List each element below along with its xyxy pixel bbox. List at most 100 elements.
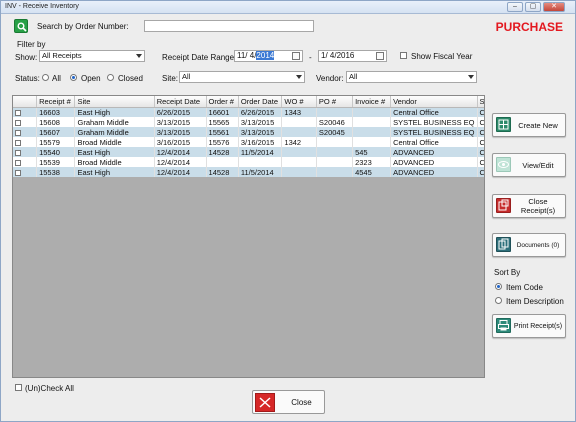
fiscal-year-checkbox[interactable] [400, 52, 407, 59]
cell-invoice [352, 127, 392, 137]
printer-icon [496, 318, 511, 333]
col-receipt-date[interactable]: Receipt Date [154, 96, 207, 108]
col-s[interactable]: S [477, 96, 484, 108]
documents-button[interactable]: Documents (0) [492, 233, 566, 257]
fiscal-year-label: Show Fiscal Year [411, 52, 473, 61]
sort-item-description-radio[interactable] [495, 297, 502, 304]
cell-order-date: 3/13/2015 [238, 127, 283, 137]
close-button[interactable]: Close [252, 390, 325, 414]
table-row[interactable]: 15539 Broad Middle 12/4/2014 2323 ADVANC… [13, 157, 484, 167]
cell-invoice [352, 137, 392, 147]
date-from-picker[interactable]: 11/ 4/2014 [234, 50, 303, 62]
minimize-button[interactable]: – [507, 2, 523, 12]
table-row[interactable]: 15579 Broad Middle 3/16/2015 15576 3/16/… [13, 137, 484, 147]
row-checkbox-cell[interactable] [13, 107, 38, 117]
calendar-icon[interactable] [376, 52, 384, 60]
row-checkbox[interactable] [15, 129, 21, 136]
cell-receipt: 15608 [36, 117, 76, 127]
documents-label: Documents (0) [516, 241, 560, 249]
cell-receipt: 15540 [36, 147, 76, 157]
cell-order [206, 157, 239, 167]
cell-vendor: ADVANCED [390, 157, 478, 167]
search-button[interactable] [14, 19, 28, 33]
row-checkbox[interactable] [15, 159, 21, 166]
status-closed-radio[interactable] [107, 74, 114, 81]
close-window-button[interactable]: ✕ [543, 2, 565, 12]
cell-vendor: Central Office [390, 137, 478, 147]
receipts-grid[interactable]: Receipt # Site Receipt Date Order # Orde… [12, 95, 485, 378]
col-order-number[interactable]: Order # [206, 96, 239, 108]
cell-po [316, 167, 354, 177]
col-site[interactable]: Site [74, 96, 155, 108]
row-checkbox[interactable] [15, 149, 21, 156]
col-select[interactable] [13, 96, 38, 108]
vendor-select-value: All [349, 72, 358, 81]
table-row[interactable]: 15607 Graham Middle 3/13/2015 15561 3/13… [13, 127, 484, 137]
col-receipt-number[interactable]: Receipt # [36, 96, 76, 108]
cell-site: Broad Middle [74, 137, 155, 147]
close-button-label: Close [291, 397, 312, 407]
maximize-button[interactable]: ▢ [525, 2, 541, 12]
row-checkbox-cell[interactable] [13, 167, 38, 177]
cell-s: C [477, 127, 484, 137]
title-bar: INV - Receive Inventory – ▢ ✕ [1, 1, 575, 14]
cell-vendor: ADVANCED [390, 147, 478, 157]
view-edit-label: View/Edit [522, 160, 554, 170]
table-row[interactable]: 15608 Graham Middle 3/13/2015 15565 3/13… [13, 117, 484, 127]
row-checkbox-cell[interactable] [13, 157, 38, 167]
table-row[interactable]: 16603 East High 6/26/2015 16601 6/26/201… [13, 107, 484, 117]
row-checkbox[interactable] [15, 169, 21, 176]
cell-s: C [477, 147, 484, 157]
cell-receipt: 15538 [36, 167, 76, 177]
row-checkbox[interactable] [15, 109, 21, 116]
status-all-radio[interactable] [42, 74, 49, 81]
col-vendor[interactable]: Vendor [390, 96, 478, 108]
table-row[interactable]: 15540 East High 12/4/2014 14528 11/5/201… [13, 147, 484, 157]
status-all-label: All [52, 74, 61, 83]
cell-receipt-date: 3/16/2015 [154, 137, 207, 147]
cell-site: Broad Middle [74, 157, 155, 167]
check-all-checkbox[interactable] [15, 384, 22, 391]
chevron-down-icon [296, 75, 302, 79]
cell-site: Graham Middle [74, 117, 155, 127]
row-checkbox[interactable] [15, 139, 21, 146]
cell-po [316, 147, 354, 157]
calendar-icon[interactable] [292, 52, 300, 60]
row-checkbox-cell[interactable] [13, 127, 38, 137]
col-invoice-number[interactable]: Invoice # [352, 96, 392, 108]
print-receipts-button[interactable]: Print Receipt(s) [492, 314, 566, 338]
cell-order: 15576 [206, 137, 239, 147]
close-receipts-button[interactable]: Close Receipt(s) [492, 194, 566, 218]
date-from-year: 2014 [256, 51, 275, 60]
row-checkbox-cell[interactable] [13, 117, 38, 127]
table-row[interactable]: 15538 East High 12/4/2014 14528 11/5/201… [13, 167, 484, 177]
col-po-number[interactable]: PO # [316, 96, 354, 108]
show-select[interactable]: All Receipts [39, 50, 145, 62]
order-number-search-input[interactable] [144, 20, 314, 32]
col-order-date[interactable]: Order Date [238, 96, 283, 108]
row-checkbox-cell[interactable] [13, 137, 38, 147]
site-select[interactable]: All [179, 71, 305, 83]
sort-item-code-radio[interactable] [495, 283, 502, 290]
vendor-select[interactable]: All [346, 71, 477, 83]
cell-wo: 1343 [281, 107, 317, 117]
cell-invoice [352, 117, 392, 127]
cell-receipt-date: 6/26/2015 [154, 107, 207, 117]
row-checkbox-cell[interactable] [13, 147, 38, 157]
cell-po [316, 107, 354, 117]
receipts-table: Receipt # Site Receipt Date Order # Orde… [13, 96, 484, 177]
status-open-radio[interactable] [70, 74, 77, 81]
col-wo-number[interactable]: WO # [281, 96, 317, 108]
view-edit-button[interactable]: View/Edit [492, 153, 566, 177]
cell-order-date: 6/26/2015 [238, 107, 283, 117]
filter-group-label: Filter by [17, 40, 46, 49]
row-checkbox[interactable] [15, 119, 21, 126]
cell-invoice [352, 107, 392, 117]
cell-s: C [477, 137, 484, 147]
create-new-button[interactable]: Create New [492, 113, 566, 137]
date-to-picker[interactable]: 1/ 4/2016 [318, 50, 387, 62]
print-receipts-label: Print Receipt(s) [513, 322, 563, 330]
sort-by-label: Sort By [494, 268, 521, 277]
cell-vendor: SYSTEL BUSINESS EQ [390, 127, 478, 137]
magnifier-icon [17, 22, 27, 32]
